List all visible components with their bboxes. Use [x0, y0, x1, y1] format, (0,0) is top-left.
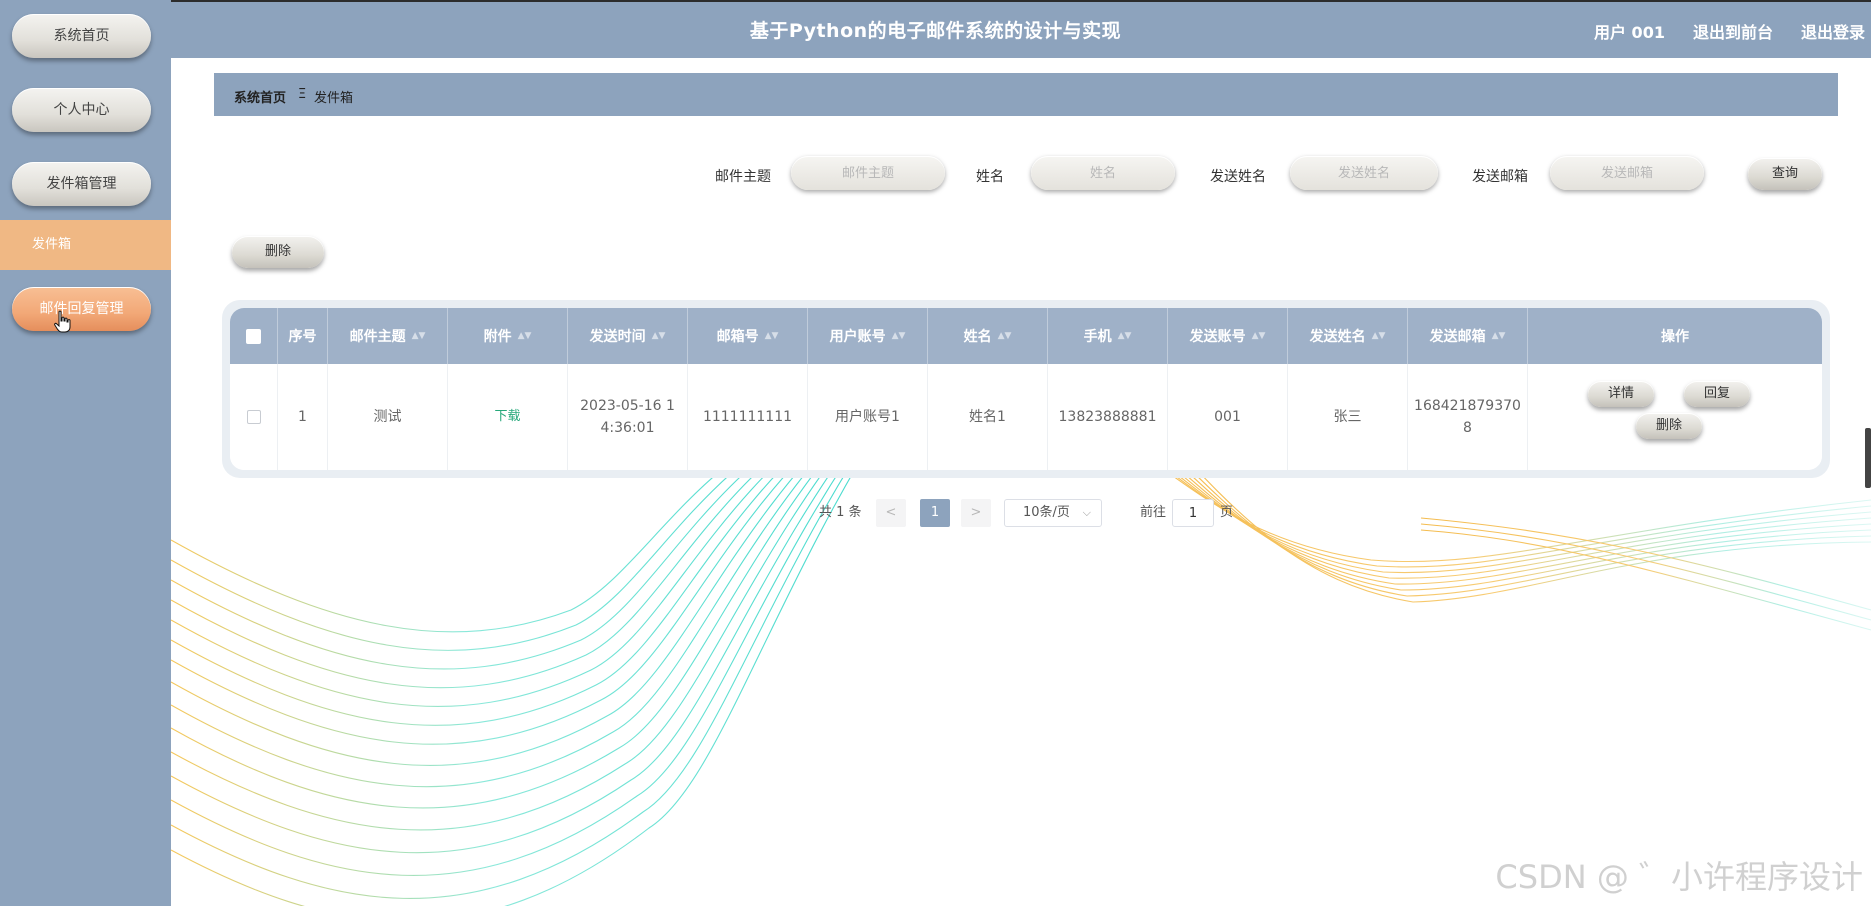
- outbox-table: 序号 邮件主题 ▲▼ 附件 ▲▼ 发送时间 ▲▼ 邮箱号 ▲▼ 用户账号 ▲▼ 姓名 ▲▼ …: [222, 300, 1830, 478]
- subject-label: 邮件主题: [715, 169, 771, 185]
- top-header: 基于Python的电子邮件系统的设计与实现 用户 001 退出到前台 退出登录: [0, 0, 1871, 58]
- sidebar-item-home[interactable]: 系统首页: [12, 14, 151, 58]
- scrollbar-handle[interactable]: [1865, 428, 1871, 488]
- sender-email-search-input[interactable]: [1550, 156, 1704, 190]
- hand-cursor-icon: [54, 310, 71, 333]
- cell-phone: 13823888881: [1048, 364, 1168, 470]
- sort-icon: ▲▼: [517, 331, 532, 341]
- batch-delete-button[interactable]: 删除: [232, 236, 324, 268]
- sidebar-item-profile[interactable]: 个人中心: [12, 88, 151, 132]
- table-body: 序号 邮件主题 ▲▼ 附件 ▲▼ 发送时间 ▲▼ 邮箱号 ▲▼ 用户账号 ▲▼ 姓名 ▲▼ …: [230, 308, 1822, 470]
- row-select-cell: [230, 364, 278, 470]
- query-button[interactable]: 查询: [1748, 158, 1822, 190]
- cell-sender-account: 001: [1168, 364, 1288, 470]
- select-all-checkbox[interactable]: [246, 328, 261, 344]
- page-suffix: 页: [1220, 505, 1234, 520]
- exit-to-front-link[interactable]: 退出到前台: [1693, 19, 1773, 43]
- name-label: 姓名: [976, 169, 1004, 185]
- logout-link[interactable]: 退出登录: [1801, 19, 1865, 43]
- app-title: 基于Python的电子邮件系统的设计与实现: [749, 20, 1122, 42]
- prev-page-button[interactable]: <: [876, 499, 906, 527]
- breadcrumb: 系统首页 Ξ 发件箱: [214, 73, 1838, 116]
- sort-icon: ▲▼: [1251, 331, 1266, 341]
- col-header-email-no[interactable]: 邮箱号 ▲▼: [688, 308, 808, 364]
- detail-button[interactable]: 详情: [1588, 381, 1654, 407]
- current-user: 用户 001: [1593, 23, 1665, 42]
- sort-icon: ▲▼: [891, 331, 906, 341]
- chevron-down-icon: ⌵: [1082, 506, 1091, 519]
- sort-icon: ▲▼: [411, 331, 426, 341]
- row-delete-button[interactable]: 删除: [1636, 413, 1702, 439]
- breadcrumb-home[interactable]: 系统首页: [234, 87, 286, 106]
- cell-attachment: 下载: [448, 364, 568, 470]
- col-header-attachment[interactable]: 附件 ▲▼: [448, 308, 568, 364]
- subject-search-input[interactable]: [791, 156, 945, 190]
- header-links: 用户 001 退出到前台 退出登录: [1594, 19, 1865, 43]
- col-header-sender-name[interactable]: 发送姓名 ▲▼: [1288, 308, 1408, 364]
- cell-index: 1: [278, 364, 328, 470]
- cell-subject: 测试: [328, 364, 448, 470]
- download-link[interactable]: 下载: [494, 406, 520, 428]
- col-header-send-time[interactable]: 发送时间 ▲▼: [568, 308, 688, 364]
- sort-icon: ▲▼: [997, 331, 1012, 341]
- col-header-sender-email[interactable]: 发送邮箱 ▲▼: [1408, 308, 1528, 364]
- col-header-sender-account[interactable]: 发送账号 ▲▼: [1168, 308, 1288, 364]
- sender-name-search-input[interactable]: [1290, 156, 1438, 190]
- wave-background: [171, 420, 1871, 906]
- sort-icon: ▲▼: [1371, 331, 1386, 341]
- row-checkbox[interactable]: [246, 410, 261, 424]
- next-page-button[interactable]: >: [961, 499, 991, 527]
- sort-icon: ▲▼: [764, 331, 779, 341]
- select-all-cell: [230, 308, 278, 364]
- cell-send-time: 2023-05-16 1 4:36:01: [568, 364, 688, 470]
- col-header-user-account[interactable]: 用户账号 ▲▼: [808, 308, 928, 364]
- sort-icon: ▲▼: [1117, 331, 1132, 341]
- cell-user-account: 用户账号1: [808, 364, 928, 470]
- goto-label: 前往: [1140, 505, 1167, 520]
- sort-icon: ▲▼: [651, 331, 666, 341]
- cell-name: 姓名1: [928, 364, 1048, 470]
- breadcrumb-current: 发件箱: [314, 91, 354, 106]
- name-search-input[interactable]: [1031, 156, 1175, 190]
- page-size-select[interactable]: 10条/页 ⌵: [1004, 499, 1102, 527]
- cell-sender-email: 168421879370 8: [1408, 364, 1528, 470]
- page-number-button[interactable]: 1: [920, 499, 950, 527]
- sidebar-subitem-outbox[interactable]: 发件箱: [0, 220, 171, 270]
- sender-email-label: 发送邮箱: [1472, 169, 1528, 185]
- sidebar-item-reply-management[interactable]: 邮件回复管理: [12, 287, 151, 331]
- col-header-subject[interactable]: 邮件主题 ▲▼: [328, 308, 448, 364]
- col-header-phone[interactable]: 手机 ▲▼: [1048, 308, 1168, 364]
- col-header-index: 序号: [278, 308, 328, 364]
- sidebar: 系统首页 个人中心 发件箱管理 发件箱 邮件回复管理: [0, 0, 171, 906]
- breadcrumb-separator-icon: Ξ: [298, 87, 307, 102]
- reply-button[interactable]: 回复: [1684, 381, 1750, 407]
- table-row: 1 测试 下载 2023-05-16 1 4:36:01 1111111111 用…: [230, 364, 1822, 470]
- pagination-total: 共 1 条: [819, 505, 862, 520]
- col-header-name[interactable]: 姓名 ▲▼: [928, 308, 1048, 364]
- col-header-actions: 操作: [1661, 329, 1689, 345]
- sender-name-label: 发送姓名: [1210, 169, 1266, 185]
- watermark: CSDN @ ゛小许程序设计: [1495, 858, 1863, 896]
- cell-sender-name: 张三: [1288, 364, 1408, 470]
- sort-icon: ▲▼: [1491, 331, 1506, 341]
- cell-actions: 详情 回复 删除: [1528, 364, 1822, 470]
- table-header: 序号 邮件主题 ▲▼ 附件 ▲▼ 发送时间 ▲▼ 邮箱号 ▲▼ 用户账号 ▲▼ 姓名 ▲▼ …: [230, 308, 1822, 364]
- sidebar-item-outbox-management[interactable]: 发件箱管理: [12, 162, 151, 206]
- goto-page-input[interactable]: [1172, 499, 1214, 527]
- cell-email-no: 1111111111: [688, 364, 808, 470]
